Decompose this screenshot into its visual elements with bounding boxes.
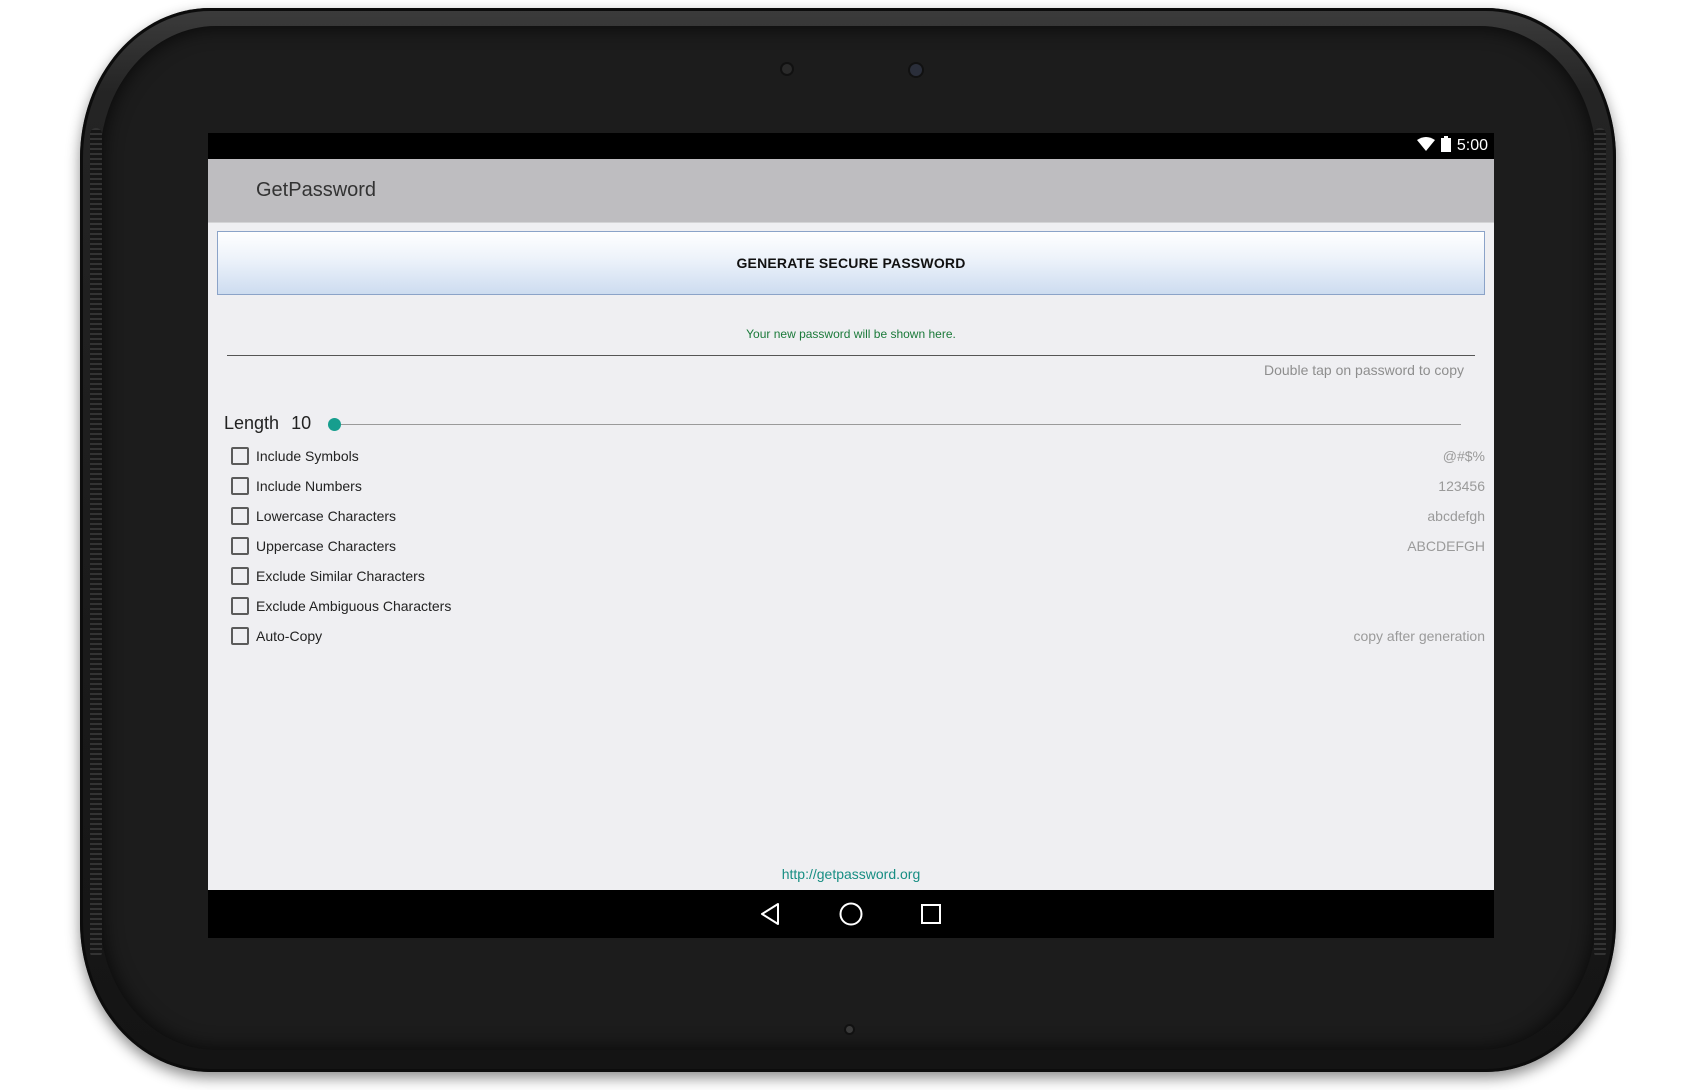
app-window: GetPassword GENERATE SECURE PASSWORD You… [208,159,1494,890]
password-divider [227,355,1475,356]
option-uppercase[interactable]: Uppercase Characters ABCDEFGH [231,532,1485,560]
option-label: Exclude Ambiguous Characters [256,598,452,614]
option-lowercase[interactable]: Lowercase Characters abcdefgh [231,502,1485,530]
app-title: GetPassword [256,179,377,201]
recents-icon[interactable] [917,900,945,928]
exclude-ambiguous-checkbox[interactable] [231,597,249,615]
bottom-sensor [846,1026,853,1033]
status-time: 5:00 [1456,137,1488,154]
option-exclude-ambiguous[interactable]: Exclude Ambiguous Characters [231,592,1485,620]
option-sample: ABCDEFGH [1407,538,1485,554]
option-label: Auto-Copy [256,628,323,644]
option-label: Uppercase Characters [256,538,397,554]
option-label: Exclude Similar Characters [256,568,425,584]
option-label: Lowercase Characters [256,508,397,524]
option-label: Include Numbers [256,478,362,494]
website-link[interactable]: http://getpassword.org [208,866,1494,882]
speaker-left [90,128,102,958]
length-value: 10 [291,413,312,433]
option-exclude-similar[interactable]: Exclude Similar Characters [231,562,1485,590]
option-label: Include Symbols [256,448,359,464]
option-sample: copy after generation [1353,628,1485,644]
length-slider-track[interactable] [335,424,1461,425]
wifi-icon [1416,136,1435,156]
lowercase-checkbox[interactable] [231,507,249,525]
home-icon[interactable] [837,900,865,928]
length-label-row: Length 10 [224,413,311,434]
length-slider-thumb[interactable] [328,418,341,431]
include-numbers-checkbox[interactable] [231,477,249,495]
status-bar: 5:00 [208,133,1494,159]
action-bar: GetPassword [208,159,1494,223]
battery-icon [1440,135,1451,157]
back-icon[interactable] [757,900,785,928]
uppercase-checkbox[interactable] [231,537,249,555]
option-auto-copy[interactable]: Auto-Copy copy after generation [231,622,1485,650]
copy-hint: Double tap on password to copy [1263,362,1464,378]
password-output[interactable]: Your new password will be shown here. [208,327,1494,341]
device-screen: 5:00 GetPassword GENERATE SECURE PASSWOR… [208,133,1494,938]
length-label: Length [224,413,280,433]
option-sample: abcdefgh [1427,508,1485,524]
light-sensor [782,64,792,74]
option-include-numbers[interactable]: Include Numbers 123456 [231,472,1485,500]
option-include-symbols[interactable]: Include Symbols @#$% [231,442,1485,470]
navigation-bar [208,890,1494,938]
exclude-similar-checkbox[interactable] [231,567,249,585]
speaker-right [1594,128,1606,958]
auto-copy-checkbox[interactable] [231,627,249,645]
option-sample: 123456 [1438,478,1485,494]
generate-password-button[interactable]: GENERATE SECURE PASSWORD [217,231,1485,295]
include-symbols-checkbox[interactable] [231,447,249,465]
front-camera [910,64,922,76]
option-sample: @#$% [1442,448,1485,464]
